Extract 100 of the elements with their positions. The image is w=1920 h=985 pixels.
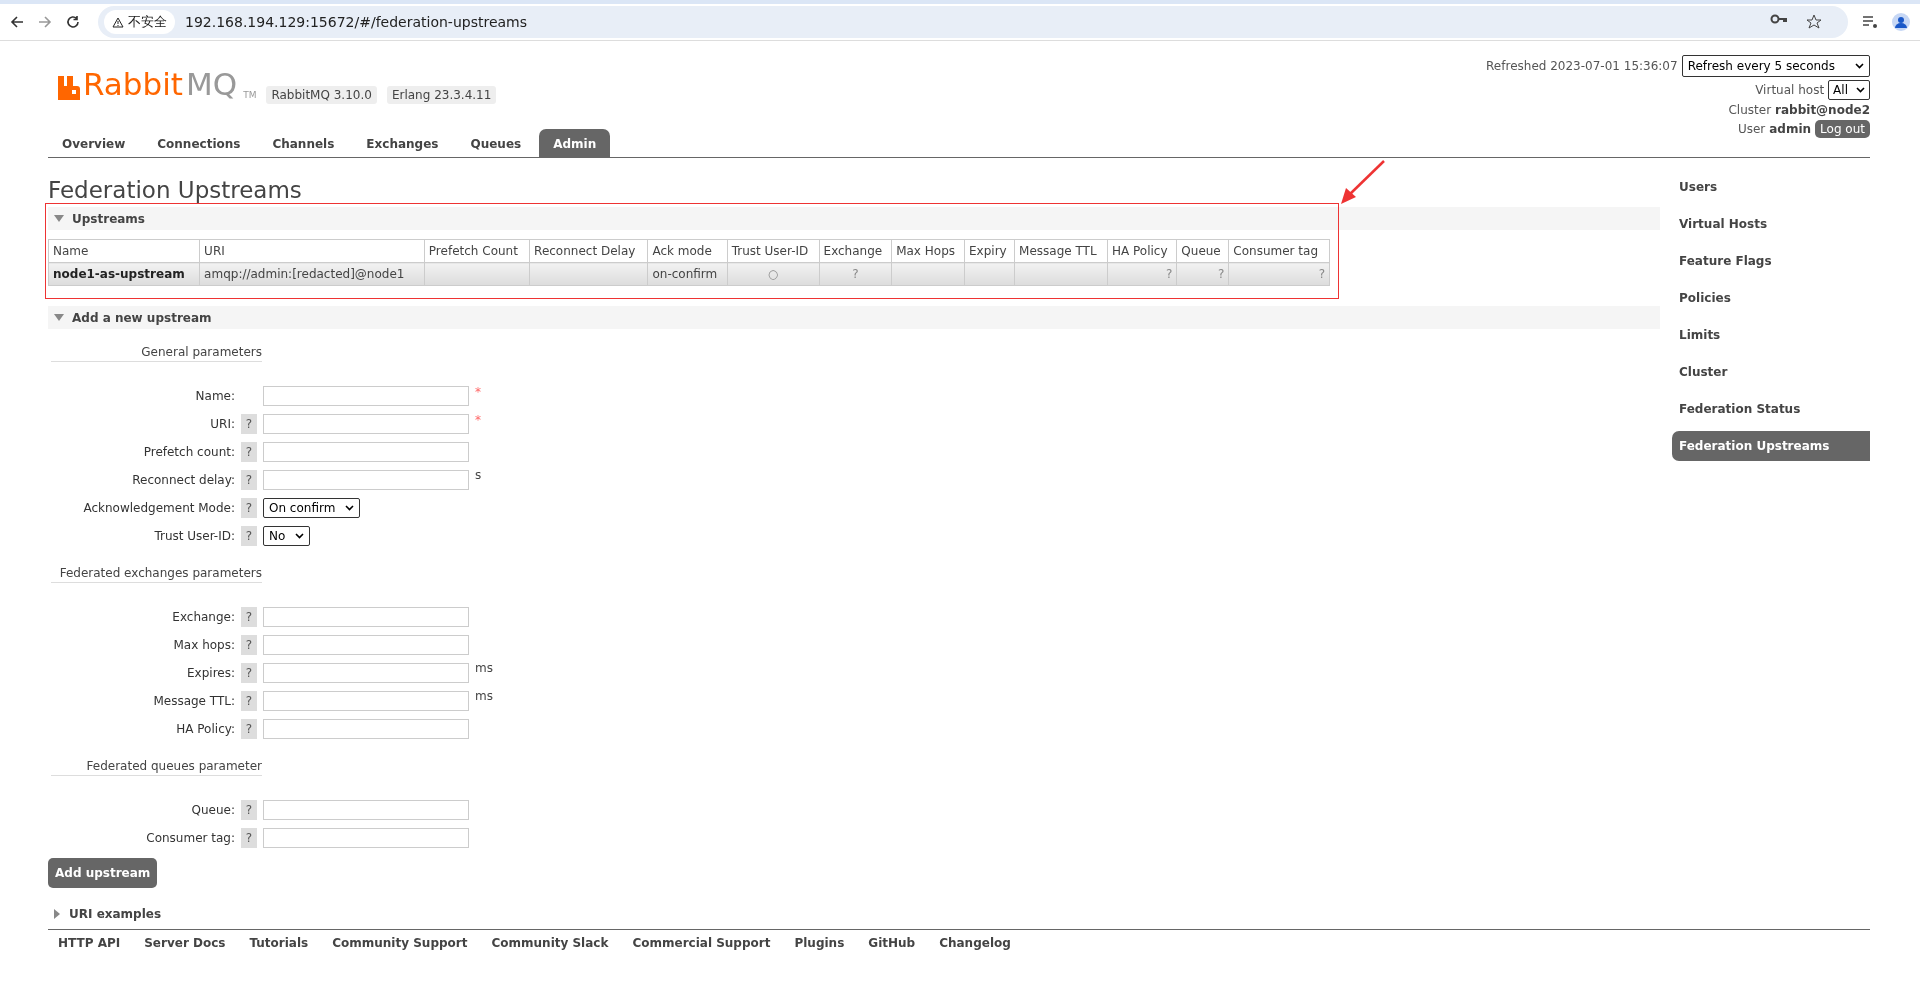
column-header: Trust User-ID [727,239,820,263]
footer-link[interactable]: Community Support [332,936,468,951]
star-icon[interactable] [1806,14,1822,30]
cluster-name: rabbit@node2 [1775,103,1870,117]
footer-link[interactable]: Commercial Support [632,936,771,951]
annotation-arrow [1340,159,1386,206]
logout-button[interactable]: Log out [1815,120,1870,138]
nav-tab[interactable]: Connections [143,129,255,157]
virtual-host-select[interactable]: All [1828,80,1870,100]
field-label: Acknowledgement Mode: [82,501,235,516]
footer-link[interactable]: Server Docs [144,936,226,951]
input-field[interactable] [263,828,469,849]
logo-text: Rabbit [83,69,183,100]
input-field[interactable] [263,470,469,491]
help-button[interactable]: ? [241,719,257,740]
required-mark: * [475,385,482,400]
sidebar-item[interactable]: Virtual Hosts [1672,209,1870,239]
footer-link[interactable]: Plugins [794,936,845,951]
column-header: Consumer tag [1228,239,1330,263]
user-label: User [1737,122,1766,136]
field-label: Prefetch count: [142,445,235,460]
column-header: Name [48,239,200,263]
user-name: admin [1769,122,1812,136]
help-button[interactable]: ? [241,663,257,684]
virtual-host-label: Virtual host [1755,83,1825,97]
sidebar-item[interactable]: Feature Flags [1672,246,1870,276]
expand-triangle-icon[interactable] [54,908,61,919]
field-label: Queue: [190,803,235,818]
back-icon[interactable] [10,15,24,29]
help-button[interactable]: ? [241,635,257,656]
help-button[interactable]: ? [241,442,257,463]
unit-text: s [475,468,483,483]
nav-tab[interactable]: Overview [48,129,140,157]
help-button[interactable]: ? [241,800,257,821]
key-icon[interactable] [1770,14,1788,24]
group-heading: General parameters [51,345,262,363]
unit-text: ms [475,689,494,704]
input-field[interactable] [263,663,469,684]
help-button[interactable]: ? [241,470,257,491]
collapse-triangle-icon[interactable] [54,313,64,322]
field-label: Max hops: [172,638,235,653]
footer-link[interactable]: Tutorials [249,936,309,951]
input-field[interactable] [263,635,469,656]
logo-icon [58,76,80,100]
field-label: Name: [194,389,235,404]
refreshed-text: Refreshed 2023-07-01 15:36:07 [1486,59,1678,73]
help-button[interactable]: ? [241,414,257,435]
footer-link[interactable]: HTTP API [58,936,121,951]
help-button[interactable]: ? [241,691,257,712]
input-field[interactable] [263,607,469,628]
address-bar[interactable]: 不安全 192.168.194.129:15672/#/federation-upstreams [98,6,1848,38]
add-upstream-button[interactable]: Add upstream [48,858,158,889]
profile-icon[interactable] [1892,13,1910,31]
playlist-icon[interactable] [1862,15,1878,29]
input-field[interactable] [263,719,469,740]
select-field[interactable]: On confirm [263,498,361,519]
section-header[interactable]: Add a new upstream [48,306,1660,330]
section-header[interactable]: URI examples [48,902,1660,926]
nav-tab[interactable]: Admin [539,129,611,157]
input-field[interactable] [263,442,469,463]
forward-icon[interactable] [38,15,52,29]
refresh-select[interactable]: Refresh every 5 seconds [1681,55,1870,77]
footer-link[interactable]: GitHub [868,936,916,951]
help-button[interactable]: ? [241,607,257,628]
version-badge: RabbitMQ 3.10.0 [266,86,377,104]
warning-icon [112,16,124,28]
column-header: Prefetch Count [424,239,530,263]
caret-icon [1856,87,1865,93]
unit-text: ms [475,661,494,676]
page-title: Federation Upstreams [48,178,302,204]
nav-tab[interactable]: Queues [456,129,536,157]
reload-icon[interactable] [66,15,80,29]
help-button[interactable]: ? [241,498,257,519]
sidebar-item[interactable]: Policies [1672,283,1870,313]
sidebar-item[interactable]: Federation Status [1672,394,1870,424]
footer-link[interactable]: Changelog [939,936,1011,951]
column-header: Max Hops [891,239,965,263]
sidebar-item[interactable]: Limits [1672,320,1870,350]
collapse-triangle-icon[interactable] [54,214,64,223]
caret-icon [1855,63,1864,69]
input-field[interactable] [263,691,469,712]
column-header: HA Policy [1107,239,1177,263]
nav-tab[interactable]: Exchanges [352,129,453,157]
select-field[interactable]: No [263,526,311,547]
input-field[interactable] [263,386,469,407]
column-header: Queue [1176,239,1229,263]
sidebar-item[interactable]: Cluster [1672,357,1870,387]
caret-icon [345,505,355,512]
help-button[interactable]: ? [241,526,257,547]
sidebar-item[interactable]: Federation Upstreams [1672,431,1870,461]
input-field[interactable] [263,800,469,821]
nav-tab[interactable]: Channels [258,129,349,157]
footer-link[interactable]: Community Slack [491,936,609,951]
sidebar-item[interactable]: Users [1672,172,1870,202]
input-field[interactable] [263,414,469,435]
column-header: Reconnect Delay [529,239,648,263]
help-button[interactable]: ? [241,828,257,849]
version-badge: Erlang 23.3.4.11 [386,86,497,104]
section-header[interactable]: Upstreams [48,207,1660,231]
security-chip[interactable]: 不安全 [104,10,175,34]
